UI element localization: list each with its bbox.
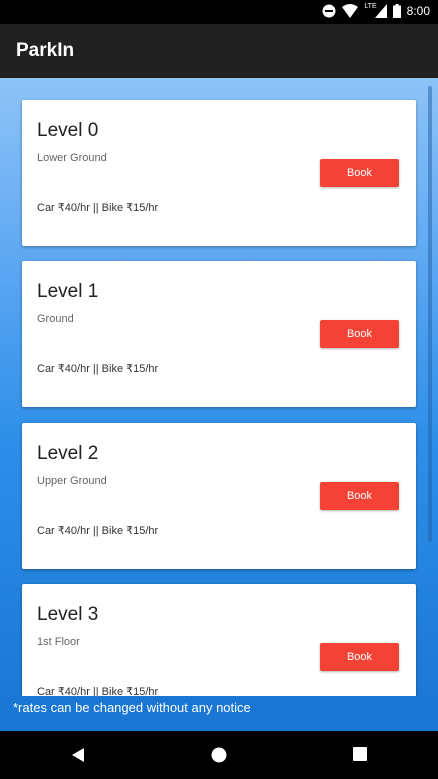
status-icons: LTE 8:00 xyxy=(322,2,430,18)
level-subtitle: 1st Floor xyxy=(37,636,80,648)
book-button-level-1[interactable]: Book xyxy=(320,320,399,348)
status-time: 8:00 xyxy=(406,4,430,18)
status-bar: LTE 8:00 xyxy=(0,0,438,24)
level-card-1: Level 1 Ground Car ₹40/hr || Bike ₹15/hr… xyxy=(22,261,416,407)
navigation-bar xyxy=(0,731,438,779)
level-title: Level 3 xyxy=(37,604,99,625)
rates-notice-text: *rates can be changed without any notice xyxy=(13,700,251,715)
app-bar: ParkIn xyxy=(0,24,438,78)
book-button-level-3[interactable]: Book xyxy=(320,643,399,671)
book-button-level-0[interactable]: Book xyxy=(320,159,399,187)
level-rates: Car ₹40/hr || Bike ₹15/hr xyxy=(37,525,159,537)
book-button-level-2[interactable]: Book xyxy=(320,482,399,510)
scrollbar[interactable] xyxy=(428,86,432,542)
level-subtitle: Lower Ground xyxy=(37,152,107,164)
level-rates: Car ₹40/hr || Bike ₹15/hr xyxy=(37,202,159,214)
app-title: ParkIn xyxy=(16,40,75,61)
level-subtitle: Upper Ground xyxy=(37,475,107,487)
level-card-0: Level 0 Lower Ground Car ₹40/hr || Bike … xyxy=(22,100,416,246)
recents-icon[interactable] xyxy=(353,747,367,761)
rates-notice: *rates can be changed without any notice xyxy=(0,696,438,731)
level-title: Level 0 xyxy=(37,120,99,141)
level-list[interactable]: Level 0 Lower Ground Car ₹40/hr || Bike … xyxy=(0,78,438,731)
wifi-icon xyxy=(342,4,359,18)
battery-icon xyxy=(392,4,401,18)
level-title: Level 1 xyxy=(37,281,99,302)
do-not-disturb-icon xyxy=(322,4,336,18)
back-icon[interactable] xyxy=(70,747,86,763)
level-card-2: Level 2 Upper Ground Car ₹40/hr || Bike … xyxy=(22,423,416,569)
level-subtitle: Ground xyxy=(37,313,74,325)
network-type: LTE xyxy=(364,2,377,10)
home-icon[interactable] xyxy=(211,747,227,763)
level-rates: Car ₹40/hr || Bike ₹15/hr xyxy=(37,363,159,375)
level-title: Level 2 xyxy=(37,443,99,464)
